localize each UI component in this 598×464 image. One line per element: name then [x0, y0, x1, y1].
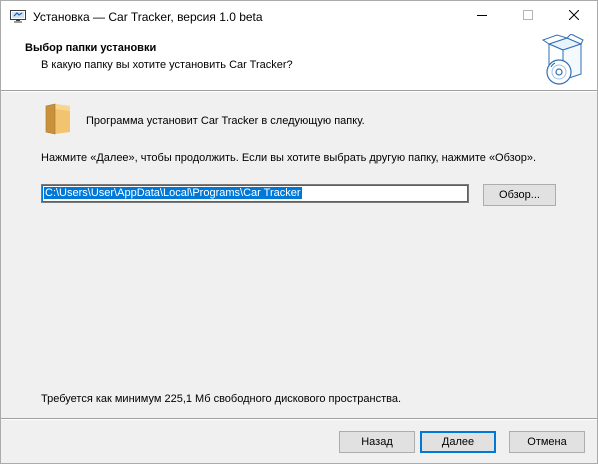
minimize-button[interactable]	[459, 1, 505, 32]
folder-icon	[45, 103, 71, 135]
next-button[interactable]: Далее	[420, 431, 496, 453]
minimize-icon	[477, 10, 487, 23]
cancel-button[interactable]: Отмена	[509, 431, 585, 453]
maximize-icon	[523, 10, 533, 23]
window-title: Установка — Car Tracker, версия 1.0 beta	[33, 10, 263, 24]
folder-message: Программа установит Car Tracker в следую…	[86, 115, 365, 127]
page-subtitle: В какую папку вы хотите установить Car T…	[41, 59, 293, 71]
close-icon	[568, 9, 580, 23]
title-bar[interactable]: Установка — Car Tracker, версия 1.0 beta	[1, 1, 597, 32]
header-separator	[1, 90, 597, 92]
maximize-button	[505, 1, 551, 32]
page-title: Выбор папки установки	[25, 42, 157, 54]
installer-window: Установка — Car Tracker, версия 1.0 beta…	[0, 0, 598, 464]
install-path-text: C:\Users\User\AppData\Local\Programs\Car…	[44, 187, 302, 199]
browse-button[interactable]: Обзор...	[483, 184, 556, 206]
setup-box-disc-icon	[541, 33, 585, 88]
back-button[interactable]: Назад	[339, 431, 415, 453]
install-path-input[interactable]: C:\Users\User\AppData\Local\Programs\Car…	[41, 184, 469, 203]
installer-monitor-icon	[10, 10, 26, 23]
instruction-text: Нажмите «Далее», чтобы продолжить. Если …	[41, 152, 537, 164]
wizard-header: Выбор папки установки В какую папку вы х…	[1, 32, 597, 90]
disk-space-text: Требуется как минимум 225,1 Мб свободног…	[41, 393, 402, 405]
footer-separator	[1, 418, 597, 420]
close-button[interactable]	[551, 1, 597, 32]
